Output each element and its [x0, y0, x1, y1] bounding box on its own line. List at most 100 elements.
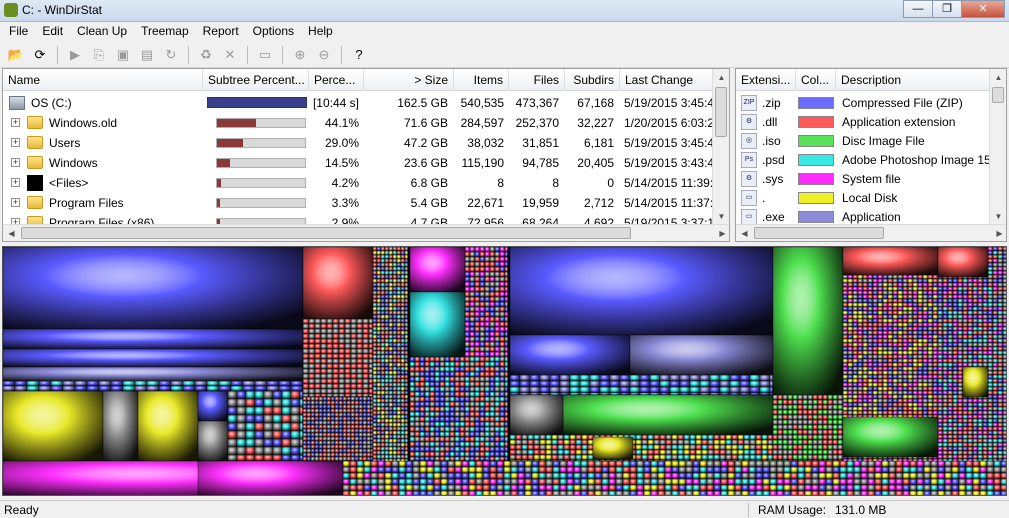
treemap-tile[interactable] — [992, 374, 999, 380]
treemap-tile[interactable] — [380, 330, 386, 336]
treemap-tile[interactable] — [992, 358, 999, 364]
treemap-tile[interactable] — [350, 412, 356, 418]
treemap-tile[interactable] — [882, 362, 889, 368]
treemap-tile[interactable] — [977, 278, 984, 284]
treemap-tile[interactable] — [902, 334, 909, 340]
treemap-tile[interactable] — [388, 378, 394, 384]
treemap-tile[interactable] — [306, 420, 312, 426]
treemap-tile[interactable] — [952, 314, 959, 320]
treemap-tile[interactable] — [459, 391, 466, 398]
scroll-thumb[interactable] — [715, 87, 727, 137]
treemap-tile[interactable] — [384, 282, 390, 288]
treemap-tile[interactable] — [372, 454, 378, 460]
treemap-tile[interactable] — [902, 406, 909, 412]
treemap-tile[interactable] — [494, 396, 501, 403]
treemap-tile[interactable] — [927, 274, 934, 280]
treemap-tile[interactable] — [922, 314, 929, 320]
treemap-tile[interactable] — [504, 386, 509, 393]
treemap-tile[interactable] — [992, 386, 999, 392]
treemap-tile[interactable] — [942, 370, 949, 376]
treemap-tile[interactable] — [639, 386, 651, 394]
treemap-tile[interactable] — [380, 338, 386, 344]
treemap-tile[interactable] — [972, 410, 979, 416]
treemap-tile[interactable] — [404, 362, 409, 368]
treemap-tile[interactable] — [807, 404, 814, 411]
treemap-tile[interactable] — [827, 394, 834, 401]
treemap-tile[interactable] — [967, 326, 974, 332]
treemap-tile[interactable] — [867, 318, 874, 324]
treemap-tile[interactable] — [997, 258, 1004, 264]
treemap-tile[interactable] — [449, 421, 456, 428]
treemap-tile[interactable] — [444, 386, 451, 393]
treemap-tile[interactable] — [330, 408, 336, 414]
treemap-tile[interactable] — [937, 438, 944, 444]
treemap-tile[interactable] — [362, 368, 370, 375]
treemap-tile[interactable] — [330, 412, 336, 418]
treemap-tile[interactable] — [354, 444, 360, 450]
treemap-tile[interactable] — [326, 348, 334, 355]
treemap-tile[interactable] — [419, 391, 426, 398]
treemap-tile[interactable] — [358, 404, 364, 410]
treemap-tile[interactable] — [372, 326, 378, 332]
treemap-tile[interactable] — [469, 341, 476, 348]
treemap-tile[interactable] — [897, 410, 904, 416]
treemap-tile[interactable] — [867, 346, 874, 352]
treemap-tile[interactable] — [404, 390, 409, 396]
treemap-tile[interactable] — [1002, 266, 1007, 272]
treemap-tile[interactable] — [907, 306, 914, 312]
treemap-tile[interactable] — [358, 436, 364, 442]
treemap-tile[interactable] — [527, 434, 535, 441]
treemap-tile[interactable] — [922, 286, 929, 292]
treemap-tile[interactable] — [972, 290, 979, 296]
extension-horizontal-scrollbar[interactable]: ◀ ▶ — [736, 224, 1006, 241]
treemap-tile[interactable] — [987, 426, 994, 432]
treemap-tile[interactable] — [942, 326, 949, 332]
treemap-tile[interactable] — [388, 386, 394, 392]
treemap-tile[interactable] — [872, 354, 879, 360]
treemap-tile[interactable] — [977, 314, 984, 320]
treemap-tile[interactable] — [380, 494, 386, 496]
treemap-tile[interactable] — [731, 444, 739, 451]
treemap-tile[interactable] — [922, 274, 929, 280]
treemap-tile[interactable] — [767, 454, 774, 461]
treemap-tile[interactable] — [549, 374, 561, 382]
treemap-tile[interactable] — [937, 414, 944, 420]
treemap-tile[interactable] — [366, 444, 372, 450]
treemap-tile[interactable] — [245, 398, 256, 408]
treemap-tile[interactable] — [897, 294, 904, 300]
treemap-tile[interactable] — [368, 333, 374, 340]
treemap-tile[interactable] — [419, 406, 426, 413]
treemap-tile[interactable] — [384, 378, 390, 384]
treemap-tile[interactable] — [372, 426, 378, 432]
treemap-tile[interactable] — [982, 442, 989, 448]
treemap-tile[interactable] — [459, 371, 466, 378]
treemap-tile[interactable] — [356, 348, 364, 355]
treemap-tile[interactable] — [877, 410, 884, 416]
treemap-tile[interactable] — [635, 444, 643, 451]
treemap-tile[interactable] — [366, 456, 372, 462]
treemap-tile[interactable] — [867, 282, 874, 288]
treemap-tile[interactable] — [290, 446, 301, 456]
treemap-tile[interactable] — [992, 247, 999, 252]
treemap-tile[interactable] — [469, 401, 476, 408]
treemap-tile[interactable] — [392, 346, 398, 352]
treemap-tile[interactable] — [308, 363, 316, 370]
treemap-tile[interactable] — [384, 342, 390, 348]
treemap-tile[interactable] — [852, 354, 859, 360]
treemap-tile[interactable] — [314, 440, 320, 446]
treemap-tile[interactable] — [392, 454, 398, 460]
treemap-tile[interactable] — [701, 439, 709, 446]
treemap-tile[interactable] — [852, 390, 859, 396]
treemap-tile[interactable] — [822, 444, 829, 451]
treemap-tile[interactable] — [787, 434, 794, 441]
treemap-tile[interactable] — [499, 316, 506, 323]
treemap-tile[interactable] — [962, 322, 969, 328]
treemap-tile[interactable] — [852, 326, 859, 332]
treemap-tile[interactable] — [388, 406, 394, 412]
treemap-tile[interactable] — [404, 282, 409, 288]
treemap-tile[interactable] — [977, 410, 984, 416]
treemap-tile[interactable] — [464, 301, 471, 308]
treemap-tile[interactable] — [504, 291, 509, 298]
treemap-tile[interactable] — [1002, 247, 1007, 252]
treemap-tile[interactable] — [504, 251, 509, 258]
